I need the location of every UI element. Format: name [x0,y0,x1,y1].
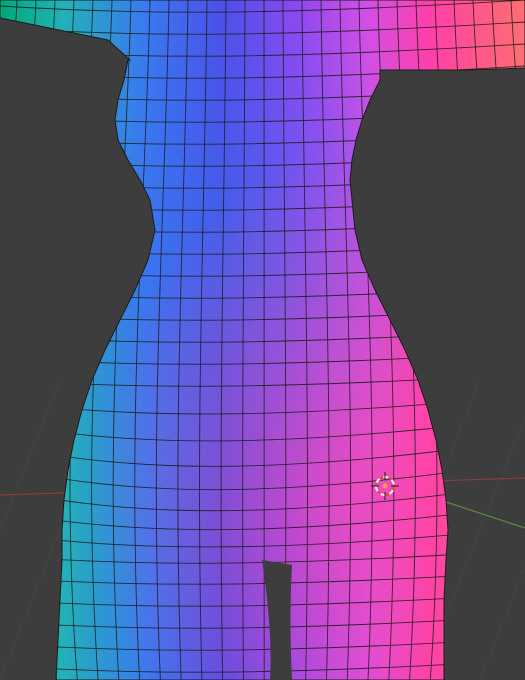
mesh-object[interactable] [0,0,525,680]
mesh-edge-ring [0,0,18,680]
scene-canvas[interactable] [0,0,525,680]
mesh-edge-ring [491,0,524,680]
3d-viewport[interactable] [0,0,525,680]
grid-line [479,566,525,680]
mesh-edge-ring [453,0,481,680]
grid-line [0,379,61,531]
mesh-edge-ring [4,0,37,680]
mesh-edge-ring [472,0,503,680]
cursor-center [382,483,388,489]
mesh-edge-ring [510,0,525,680]
